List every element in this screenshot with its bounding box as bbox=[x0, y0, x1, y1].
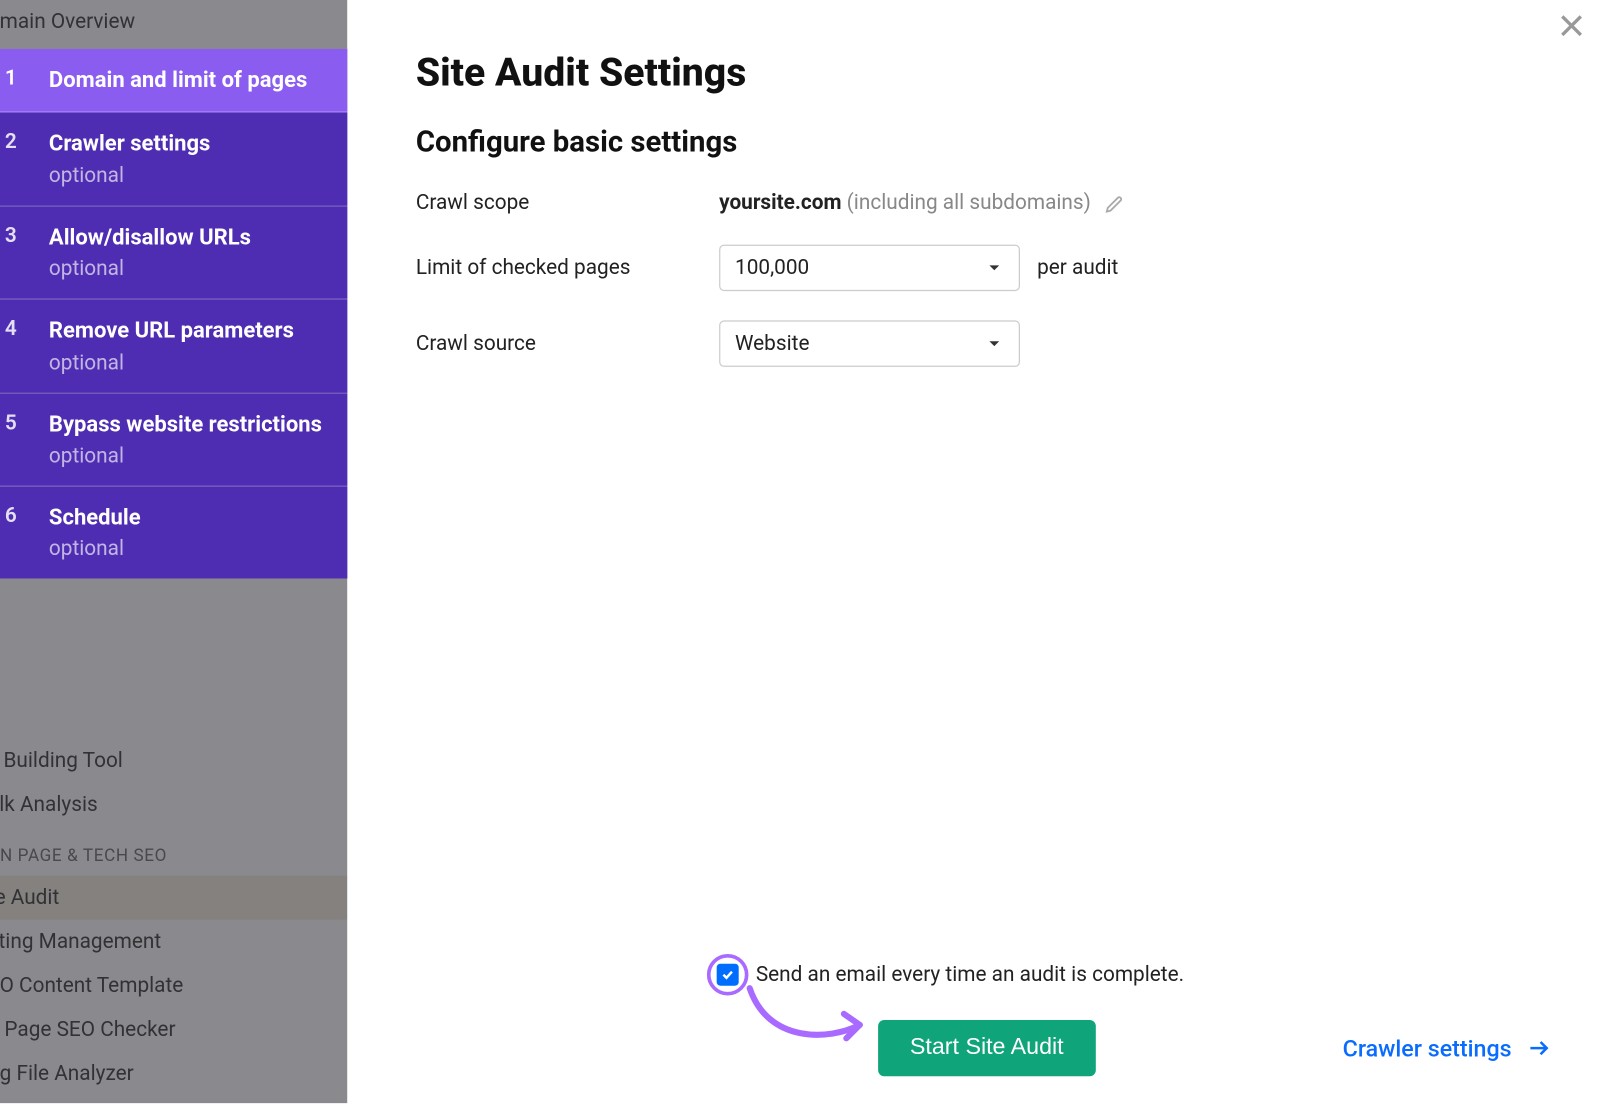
bg-item: k Building Tool bbox=[0, 739, 335, 783]
wizard-step-number: 6 bbox=[0, 504, 49, 528]
close-icon[interactable] bbox=[1556, 10, 1588, 42]
bg-item: omain Overview bbox=[0, 0, 335, 44]
wizard-step-label: Crawler settings bbox=[49, 130, 323, 159]
source-select-value: Website bbox=[735, 331, 809, 355]
crawler-settings-link-label: Crawler settings bbox=[1343, 1034, 1512, 1062]
source-row: Crawl source Website bbox=[416, 320, 1531, 366]
crawl-scope-value: yoursite.com bbox=[719, 191, 841, 215]
crawler-settings-link[interactable]: Crawler settings bbox=[1343, 1034, 1551, 1062]
crawl-scope-row: Crawl scope yoursite.com (including all … bbox=[416, 191, 1531, 215]
email-label: Send an email every time an audit is com… bbox=[756, 963, 1184, 987]
wizard-step-4[interactable]: 4 Remove URL parameters optional bbox=[0, 300, 347, 393]
wizard-step-optional: optional bbox=[49, 257, 323, 281]
bg-item-selected: te Audit bbox=[0, 876, 347, 920]
wizard-step-optional: optional bbox=[49, 164, 323, 188]
wizard-step-label: Remove URL parameters bbox=[49, 317, 323, 346]
checkbox-highlight bbox=[707, 954, 749, 996]
bg-item: ulk Analysis bbox=[0, 783, 335, 827]
bg-item: og File Analyzer bbox=[0, 1052, 335, 1096]
arrow-right-icon bbox=[1526, 1036, 1550, 1060]
source-label: Crawl source bbox=[416, 331, 719, 355]
wizard-step-label: Domain and limit of pages bbox=[49, 66, 323, 95]
start-site-audit-button[interactable]: Start Site Audit bbox=[878, 1020, 1095, 1076]
wizard-step-optional: optional bbox=[49, 350, 323, 374]
wizard-sidebar: 1 Domain and limit of pages 2 Crawler se… bbox=[0, 49, 347, 579]
wizard-step-number: 4 bbox=[0, 317, 49, 341]
wizard-step-5[interactable]: 5 Bypass website restrictions optional bbox=[0, 393, 347, 486]
wizard-step-number: 2 bbox=[0, 130, 49, 154]
wizard-step-3[interactable]: 3 Allow/disallow URLs optional bbox=[0, 206, 347, 299]
wizard-step-2[interactable]: 2 Crawler settings optional bbox=[0, 113, 347, 206]
wizard-step-label: Bypass website restrictions bbox=[49, 410, 323, 439]
wizard-step-6[interactable]: 6 Schedule optional bbox=[0, 487, 347, 579]
crawl-scope-value-wrap: yoursite.com (including all subdomains) bbox=[719, 191, 1125, 215]
wizard-step-number: 3 bbox=[0, 224, 49, 248]
limit-select-value: 100,000 bbox=[735, 256, 809, 280]
crawl-scope-hint: (including all subdomains) bbox=[847, 191, 1091, 215]
settings-panel: Site Audit Settings Configure basic sett… bbox=[347, 0, 1599, 1103]
limit-row: Limit of checked pages 100,000 per audit bbox=[416, 245, 1531, 291]
bg-item: n Page SEO Checker bbox=[0, 1008, 335, 1052]
source-select[interactable]: Website bbox=[719, 320, 1020, 366]
wizard-step-optional: optional bbox=[49, 537, 323, 561]
wizard-step-optional: optional bbox=[49, 444, 323, 468]
chevron-down-icon bbox=[985, 258, 1005, 278]
edit-icon[interactable] bbox=[1103, 193, 1125, 215]
limit-suffix: per audit bbox=[1037, 256, 1118, 280]
wizard-step-1[interactable]: 1 Domain and limit of pages bbox=[0, 49, 347, 113]
limit-label: Limit of checked pages bbox=[416, 256, 719, 280]
wizard-step-label: Schedule bbox=[49, 504, 323, 533]
bg-item: sting Management bbox=[0, 920, 335, 964]
crawl-scope-label: Crawl scope bbox=[416, 191, 719, 215]
wizard-step-label: Allow/disallow URLs bbox=[49, 224, 323, 253]
page-subtitle: Configure basic settings bbox=[416, 125, 1531, 159]
wizard-step-number: 5 bbox=[0, 410, 49, 434]
limit-select[interactable]: 100,000 bbox=[719, 245, 1020, 291]
email-row: Send an email every time an audit is com… bbox=[707, 954, 1551, 996]
email-checkbox[interactable] bbox=[717, 964, 739, 986]
chevron-down-icon bbox=[985, 334, 1005, 354]
wizard-step-number: 1 bbox=[0, 66, 49, 90]
bg-item: EO Content Template bbox=[0, 964, 335, 1008]
page-title: Site Audit Settings bbox=[416, 49, 1531, 95]
bg-section-label: N PAGE & TECH SEO bbox=[0, 827, 347, 876]
